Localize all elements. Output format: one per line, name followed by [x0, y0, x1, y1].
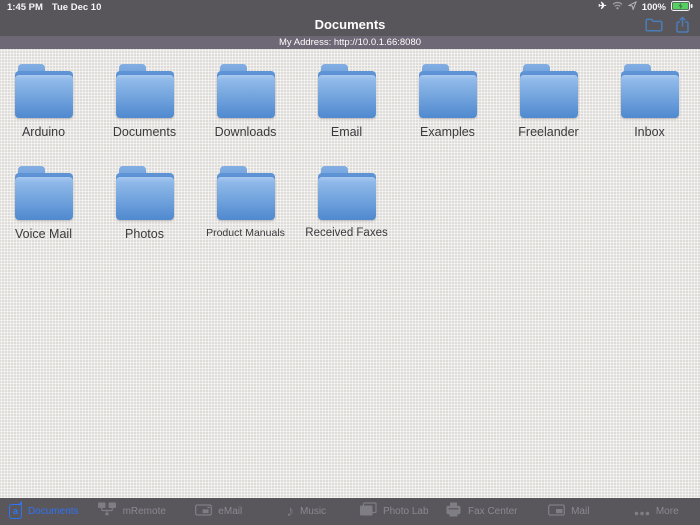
folder-icon [318, 166, 376, 220]
folder-label: Arduino [22, 125, 65, 139]
folder-icon [520, 64, 578, 118]
wifi-icon [612, 1, 623, 13]
folder-item-product-manuals[interactable]: Product Manuals [195, 166, 296, 268]
tab-fax-center[interactable]: Fax Center [438, 498, 526, 525]
folder-item-documents[interactable]: Documents [94, 64, 195, 166]
folder-item-freelander[interactable]: Freelander [498, 64, 599, 166]
more-dots-icon [634, 503, 650, 521]
tab-mremote[interactable]: mRemote [88, 498, 176, 525]
documents-app-icon: a [9, 504, 22, 519]
battery-icon [671, 1, 693, 14]
battery-percent: 100% [642, 2, 666, 13]
new-folder-button[interactable] [644, 17, 664, 36]
status-date: Tue Dec 10 [52, 2, 101, 13]
tab-documents[interactable]: a Documents [0, 498, 88, 525]
folder-item-photos[interactable]: Photos [94, 166, 195, 268]
folder-label: Received Faxes [305, 227, 387, 239]
folder-label: Documents [113, 125, 176, 139]
photos-stack-icon [359, 502, 377, 522]
tab-photo-lab[interactable]: Photo Lab [350, 498, 438, 525]
folder-icon [15, 64, 73, 118]
folder-icon [318, 64, 376, 118]
fax-machine-icon [445, 502, 462, 522]
folder-icon [116, 166, 174, 220]
email-icon [195, 503, 212, 521]
folder-item-examples[interactable]: Examples [397, 64, 498, 166]
folder-icon [116, 64, 174, 118]
location-arrow-icon [628, 1, 637, 13]
folder-label: Email [331, 125, 362, 139]
tab-email[interactable]: eMail [175, 498, 263, 525]
folder-icon [15, 166, 73, 220]
folder-label: Voice Mail [15, 227, 72, 241]
folder-item-email[interactable]: Email [296, 64, 397, 166]
share-icon [675, 16, 690, 37]
folder-label: Freelander [518, 125, 578, 139]
folder-item-inbox[interactable]: Inbox [599, 64, 700, 166]
tab-more[interactable]: More [613, 498, 700, 525]
folder-item-received-faxes[interactable]: Received Faxes [296, 166, 397, 268]
page-title: Documents [0, 17, 700, 32]
file-grid: Arduino Documents Downloads Email Exampl… [0, 49, 700, 268]
tab-music[interactable]: ♪ Music [263, 498, 351, 525]
content-area: Arduino Documents Downloads Email Exampl… [0, 49, 700, 498]
folder-label: Inbox [634, 125, 665, 139]
share-button[interactable] [675, 16, 690, 37]
folder-label: Examples [420, 125, 475, 139]
address-text: My Address: http://10.0.1.66:8080 [279, 37, 421, 48]
remote-desktop-icon [97, 502, 117, 521]
folder-icon [419, 64, 477, 118]
folder-item-downloads[interactable]: Downloads [195, 64, 296, 166]
folder-icon [621, 64, 679, 118]
tab-mail[interactable]: Mail [525, 498, 613, 525]
folder-label: Product Manuals [206, 227, 285, 239]
status-bar: 1:45 PM Tue Dec 10 ✈ 100% [0, 0, 700, 14]
status-time: 1:45 PM [7, 2, 43, 13]
folder-label: Photos [125, 227, 164, 241]
nav-bar: Documents [0, 14, 700, 36]
new-folder-icon [644, 17, 664, 36]
music-note-icon: ♪ [286, 504, 294, 519]
address-bar: My Address: http://10.0.1.66:8080 [0, 36, 700, 49]
folder-label: Downloads [215, 125, 277, 139]
airplane-icon: ✈ [598, 2, 606, 12]
folder-icon [217, 64, 275, 118]
folder-item-arduino[interactable]: Arduino [0, 64, 94, 166]
tab-bar: a Documents mRemote eMail ♪ Music Photo … [0, 498, 700, 525]
mail-envelope-icon [548, 503, 565, 521]
folder-icon [217, 166, 275, 220]
folder-item-voice-mail[interactable]: Voice Mail [0, 166, 94, 268]
ipad-screen: 1:45 PM Tue Dec 10 ✈ 100% Documents [0, 0, 700, 525]
